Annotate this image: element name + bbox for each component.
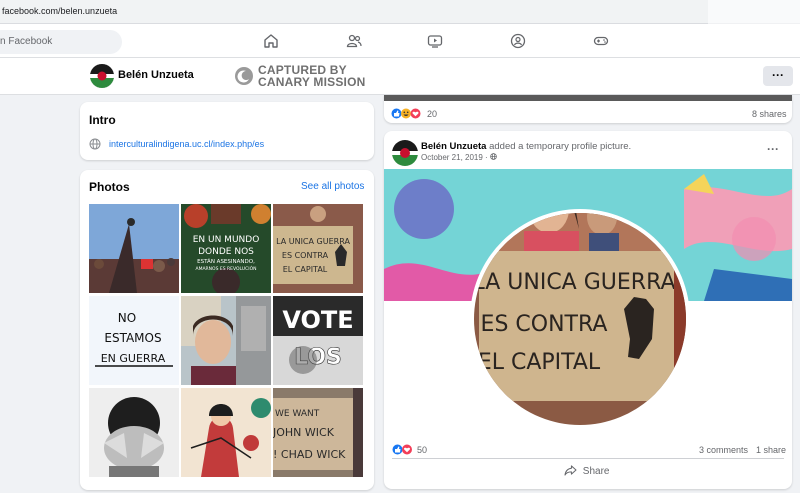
canary-logo-icon <box>235 67 253 85</box>
post-reaction-count[interactable]: 50 <box>417 445 427 455</box>
groups-icon[interactable] <box>508 31 528 51</box>
tile-text-line: LA UNICA GUERRA <box>276 237 350 246</box>
browser-toolbar-blur <box>708 0 800 24</box>
previous-post-reaction-count[interactable]: 20 <box>427 109 437 119</box>
post-author-avatar[interactable] <box>392 140 418 166</box>
post-card: Belén Unzueta added a temporary profile … <box>384 131 792 489</box>
previous-post-shares[interactable]: 8 shares <box>752 109 787 119</box>
tile-text-line: EN GUERRA <box>101 352 166 365</box>
photo-tile-selfie[interactable] <box>181 296 271 385</box>
photos-card: Photos See all photos EN UN MUNDO DONDE N… <box>80 170 374 490</box>
post-shares-count[interactable]: 1 share <box>756 445 786 455</box>
search-placeholder: n Facebook <box>0 36 53 47</box>
previous-post-image-strip <box>384 95 792 101</box>
post-stats-row: 50 3 comments 1 share <box>384 440 792 458</box>
post-reactions-icon[interactable] <box>392 444 414 455</box>
tile-text-line: JOHN WICK <box>273 426 335 439</box>
intro-card: Intro interculturalindigena.uc.cl/index.… <box>80 102 374 160</box>
gaming-icon[interactable] <box>591 31 611 51</box>
avatar[interactable] <box>90 64 114 88</box>
tile-text-line: VOTE <box>282 306 353 334</box>
more-options-button[interactable]: ··· <box>763 66 793 86</box>
post-author-name[interactable]: Belén Unzueta <box>421 141 486 152</box>
public-globe-icon <box>490 153 497 160</box>
sign-line-3: EL CAPITAL <box>478 350 601 375</box>
profile-name[interactable]: Belén Unzueta <box>118 69 194 81</box>
share-icon <box>564 465 577 476</box>
post-divider <box>392 458 784 459</box>
photo-tile-protest[interactable] <box>89 204 179 293</box>
share-button[interactable]: Share <box>564 465 609 477</box>
photo-tile-en-un-mundo[interactable]: EN UN MUNDO DONDE NOS ESTÁN ASESINANDO, AMA… <box>181 204 271 293</box>
post-date-row: October 21, 2019 · <box>421 153 497 162</box>
tile-text-line: NO <box>118 311 136 325</box>
photo-tile-john-wick[interactable]: WE WANT JOHN WICK ! CHAD WICK <box>273 388 363 477</box>
post-action-text: added a temporary profile picture. <box>489 141 632 152</box>
photos-title: Photos <box>89 180 130 194</box>
tile-text-line: ESTÁN ASESINANDO, <box>197 258 255 265</box>
tile-text-line: ESTAMOS <box>104 331 161 345</box>
watch-icon[interactable] <box>425 31 445 51</box>
globe-icon <box>89 138 101 150</box>
photo-tile-no-estamos[interactable]: NO ESTAMOS EN GUERRA <box>89 296 179 385</box>
tile-text-line: EL CAPITAL <box>283 265 328 274</box>
tile-text-line: DONDE NOS <box>198 247 254 257</box>
tile-text-line: ES CONTRA <box>282 251 329 260</box>
search-input[interactable]: n Facebook <box>0 30 122 54</box>
browser-url-bar[interactable] <box>0 0 800 24</box>
photo-tile-illustration[interactable] <box>181 388 271 477</box>
post-profile-picture[interactable]: LA UNICA GUERRA ES CONTRA EL CAPITAL <box>384 169 792 433</box>
post-header-text: Belén Unzueta added a temporary profile … <box>421 141 631 152</box>
watermark-line-2: CANARY MISSION <box>258 75 366 89</box>
post-options-button[interactable]: ··· <box>767 142 779 156</box>
home-icon[interactable] <box>261 31 281 51</box>
sign-line-1: LA UNICA GUERRA <box>472 270 675 295</box>
url-text[interactable]: facebook.com/belen.unzueta <box>2 6 117 16</box>
tile-text-line: ! CHAD WICK <box>273 448 346 461</box>
tile-text-line: EN UN MUNDO <box>193 235 260 245</box>
intro-website-link[interactable]: interculturalindigena.uc.cl/index.php/es <box>109 139 264 149</box>
canary-watermark: CAPTURED BY CANARY MISSION <box>258 64 365 88</box>
photo-tile-unica-guerra[interactable]: LA UNICA GUERRA ES CONTRA EL CAPITAL <box>273 204 363 293</box>
reactions-icon[interactable] <box>391 108 425 119</box>
post-date[interactable]: October 21, 2019 · <box>421 153 490 162</box>
photo-tile-vote[interactable]: VOTE LOS <box>273 296 363 385</box>
tile-text-line: WE WANT <box>275 409 320 419</box>
post-comments-count[interactable]: 3 comments <box>699 445 748 455</box>
photo-tile-hands-face[interactable] <box>89 388 179 477</box>
see-all-photos-link[interactable]: See all photos <box>301 181 364 192</box>
intro-title: Intro <box>89 113 116 127</box>
sign-line-2: ES CONTRA <box>481 312 608 337</box>
friends-icon[interactable] <box>344 31 364 51</box>
tile-text-line: AMARNOS ES REVOLUCIÓN <box>196 265 257 272</box>
share-label: Share <box>582 466 610 477</box>
